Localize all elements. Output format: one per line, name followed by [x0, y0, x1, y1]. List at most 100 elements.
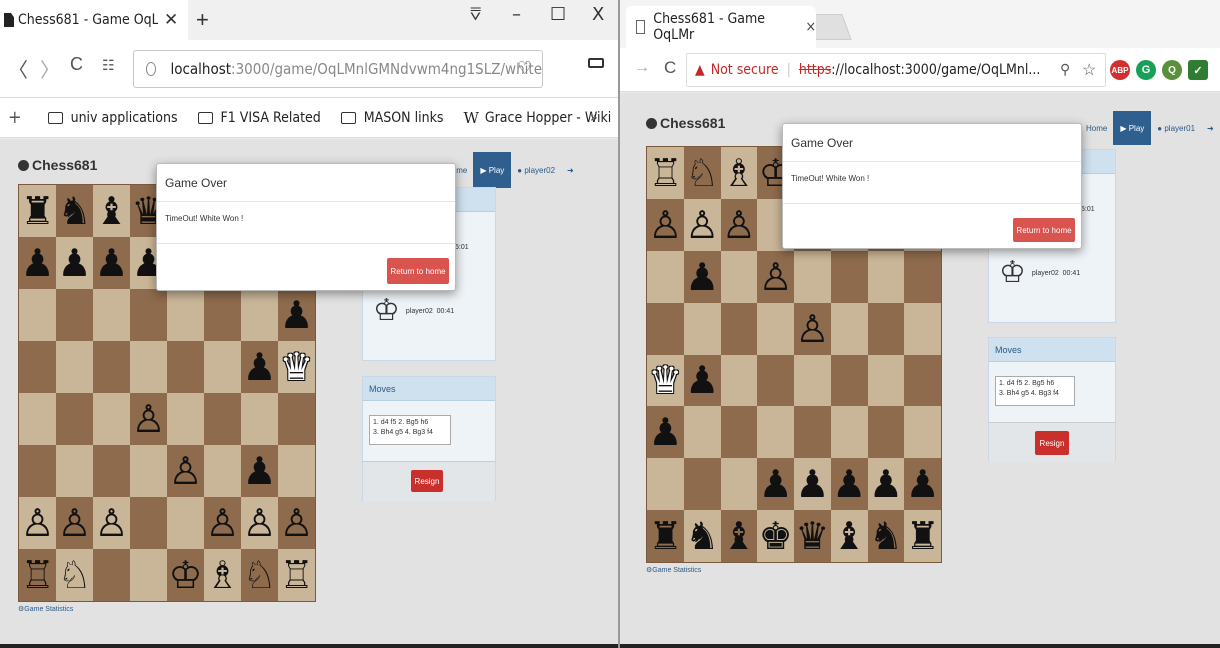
- board-square[interactable]: [867, 354, 905, 407]
- board-square[interactable]: ♙: [130, 393, 167, 445]
- resign-button[interactable]: Resign: [411, 470, 443, 492]
- board-square[interactable]: ♝: [720, 510, 758, 562]
- speed-dial-icon[interactable]: ☷: [102, 57, 115, 74]
- chess-piece[interactable]: ♝: [94, 192, 128, 230]
- board-square[interactable]: ♘: [241, 549, 278, 601]
- chess-piece[interactable]: ♙: [205, 504, 239, 542]
- chess-piece[interactable]: ♟: [685, 258, 719, 296]
- board-square[interactable]: ♟: [647, 406, 684, 459]
- board-square[interactable]: [19, 445, 56, 497]
- nav-play-button[interactable]: ▶ Play: [1113, 111, 1152, 145]
- bookmark-univ[interactable]: univ applications: [47, 110, 178, 126]
- chess-piece[interactable]: ♟: [795, 465, 829, 503]
- chess-piece[interactable]: ♖: [279, 556, 313, 594]
- board-square[interactable]: ♟: [904, 458, 941, 511]
- board-square[interactable]: [720, 458, 758, 511]
- chess-piece[interactable]: ♜: [648, 517, 682, 555]
- game-statistics-link[interactable]: ⚙Game Statistics: [646, 566, 701, 574]
- url-field[interactable]: localhost:3000/game/OqLMnlGMNdvwm4ng1SLZ…: [133, 50, 543, 88]
- board-square[interactable]: ♟: [278, 289, 315, 341]
- chess-piece[interactable]: ♔: [168, 556, 202, 594]
- chess-piece[interactable]: ♛: [648, 361, 682, 399]
- chess-piece[interactable]: ♟: [685, 361, 719, 399]
- browser-tab[interactable]: Chess681 - Game OqLMr ×: [626, 6, 816, 48]
- board-square[interactable]: [867, 406, 905, 459]
- return-home-button[interactable]: Return to home: [387, 258, 449, 284]
- board-square[interactable]: [904, 354, 941, 407]
- board-square[interactable]: [130, 549, 167, 601]
- board-square[interactable]: [683, 458, 721, 511]
- board-square[interactable]: ♞: [56, 185, 93, 237]
- board-square[interactable]: [830, 406, 868, 459]
- board-square[interactable]: ♙: [167, 445, 204, 497]
- board-square[interactable]: [757, 354, 794, 407]
- nav-user[interactable]: ● player02: [517, 166, 555, 175]
- resign-button[interactable]: Resign: [1035, 431, 1069, 455]
- nav-home[interactable]: Home: [1086, 124, 1107, 133]
- board-square[interactable]: [683, 406, 721, 459]
- board-square[interactable]: ♟: [241, 445, 278, 497]
- board-square[interactable]: ♙: [794, 302, 831, 355]
- chess-piece[interactable]: ♙: [94, 504, 128, 542]
- moves-textarea[interactable]: 1. d4 f5 2. Bg5 h6 3. Bh4 g5 4. Bg3 f4: [995, 376, 1075, 406]
- close-window-button[interactable]: X: [592, 4, 604, 25]
- board-square[interactable]: ♟: [794, 458, 831, 511]
- nav-play-button[interactable]: ▶ Play: [473, 152, 512, 188]
- chess-piece[interactable]: ♟: [759, 465, 793, 503]
- board-square[interactable]: [720, 406, 758, 459]
- chess-piece[interactable]: ♙: [57, 504, 91, 542]
- chess-piece[interactable]: ♛: [795, 517, 829, 555]
- chess-piece[interactable]: ♞: [869, 517, 903, 555]
- chess-piece[interactable]: ♙: [648, 206, 682, 244]
- board-square[interactable]: [204, 289, 241, 341]
- board-square[interactable]: ♟: [683, 250, 721, 303]
- board-square[interactable]: [794, 354, 831, 407]
- chess-piece[interactable]: ♙: [20, 504, 54, 542]
- adblock-icon[interactable]: ABP: [1110, 60, 1130, 80]
- board-square[interactable]: [720, 250, 758, 303]
- board-square[interactable]: ♟: [241, 341, 278, 393]
- board-square[interactable]: [204, 445, 241, 497]
- chess-piece[interactable]: ♟: [832, 465, 866, 503]
- more-bookmarks-icon[interactable]: »: [590, 110, 598, 126]
- maximize-button[interactable]: ☐: [550, 4, 566, 25]
- board-square[interactable]: [130, 341, 167, 393]
- chess-piece[interactable]: ♗: [722, 154, 756, 192]
- chess-piece[interactable]: ♜: [906, 517, 940, 555]
- board-square[interactable]: [647, 458, 684, 511]
- board-square[interactable]: ♝: [830, 510, 868, 562]
- board-square[interactable]: [204, 393, 241, 445]
- board-square[interactable]: ♟: [93, 237, 130, 289]
- board-square[interactable]: ♗: [204, 549, 241, 601]
- board-square[interactable]: ♘: [683, 147, 721, 199]
- board-square[interactable]: [794, 406, 831, 459]
- board-square[interactable]: [56, 445, 93, 497]
- chess-piece[interactable]: ♟: [57, 244, 91, 282]
- back-arrow-icon[interactable]: 〈: [8, 54, 28, 83]
- board-square[interactable]: ♗: [720, 147, 758, 199]
- chess-piece[interactable]: ♘: [242, 556, 276, 594]
- board-square[interactable]: [241, 393, 278, 445]
- chess-piece[interactable]: ♙: [168, 452, 202, 490]
- board-square[interactable]: [904, 406, 941, 459]
- board-square[interactable]: ♟: [867, 458, 905, 511]
- zoom-icon[interactable]: ⚲: [1060, 61, 1070, 78]
- board-square[interactable]: [56, 341, 93, 393]
- board-square[interactable]: [167, 341, 204, 393]
- board-square[interactable]: [56, 393, 93, 445]
- chess-piece[interactable]: ♘: [685, 154, 719, 192]
- chess-piece[interactable]: ♝: [832, 517, 866, 555]
- minimize-button[interactable]: –: [512, 4, 521, 25]
- board-square[interactable]: [904, 250, 941, 303]
- board-square[interactable]: ♛: [794, 510, 831, 562]
- board-square[interactable]: [757, 302, 794, 355]
- chess-piece[interactable]: ♗: [205, 556, 239, 594]
- chess-piece[interactable]: ♜: [20, 192, 54, 230]
- chess-piece[interactable]: ♖: [20, 556, 54, 594]
- board-square[interactable]: [241, 289, 278, 341]
- moves-textarea[interactable]: 1. d4 f5 2. Bg5 h6 3. Bh4 g5 4. Bg3 f4: [369, 415, 451, 445]
- board-square[interactable]: [720, 302, 758, 355]
- board-square[interactable]: ♖: [19, 549, 56, 601]
- board-square[interactable]: [130, 445, 167, 497]
- chess-piece[interactable]: ♟: [94, 244, 128, 282]
